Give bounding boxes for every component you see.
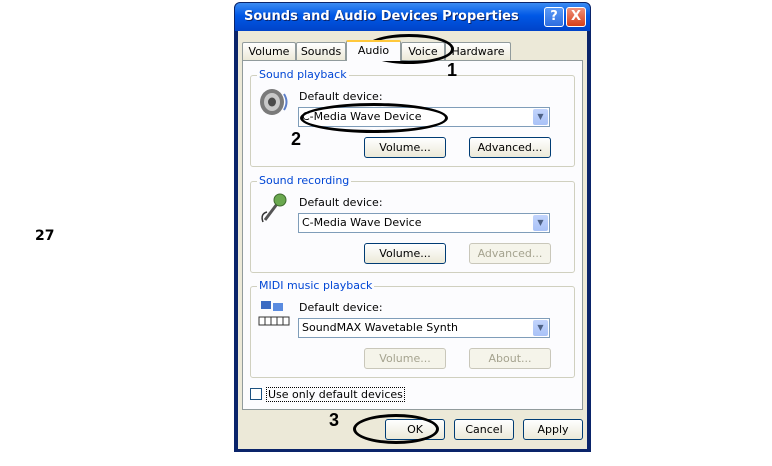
sound-playback-title: Sound playback [257, 68, 349, 81]
properties-dialog: Sounds and Audio Devices Properties ? X … [234, 2, 591, 452]
callout-ellipse-playback-device [300, 103, 448, 133]
playback-device-label: Default device: [299, 90, 383, 103]
playback-volume-button[interactable]: Volume... [364, 137, 446, 158]
tab-volume[interactable]: Volume [242, 42, 296, 60]
sound-recording-title: Sound recording [257, 174, 352, 187]
help-icon[interactable]: ? [544, 7, 564, 27]
tab-sounds[interactable]: Sounds [296, 42, 346, 60]
recording-device-label: Default device: [299, 196, 383, 209]
callout-number-2: 2 [291, 129, 302, 149]
page-number: 27 [35, 228, 55, 244]
recording-device-value: C-Media Wave Device [302, 216, 422, 229]
close-icon[interactable]: X [566, 7, 586, 27]
chevron-down-icon[interactable]: ▼ [533, 215, 548, 231]
midi-device-label: Default device: [299, 301, 383, 314]
callout-ellipse-ok-button [353, 414, 439, 444]
midi-device-value: SoundMAX Wavetable Synth [302, 321, 458, 334]
dialog-client-area: Volume Sounds Audio Voice Hardware Sound… [238, 31, 587, 449]
cancel-button[interactable]: Cancel [454, 419, 514, 440]
recording-device-select[interactable]: C-Media Wave Device ▼ [298, 213, 550, 233]
speaker-icon [260, 89, 288, 115]
sound-recording-group: Sound recording Default device: C-Media … [250, 174, 575, 273]
recording-advanced-button: Advanced... [469, 243, 551, 264]
use-default-devices-checkbox[interactable] [250, 388, 262, 400]
tab-hardware[interactable]: Hardware [445, 42, 511, 60]
apply-button[interactable]: Apply [523, 419, 583, 440]
callout-number-1: 1 [447, 60, 458, 80]
midi-keyboard-icon [258, 301, 290, 326]
recording-volume-button[interactable]: Volume... [364, 243, 446, 264]
chevron-down-icon[interactable]: ▼ [533, 109, 548, 125]
title-bar[interactable]: Sounds and Audio Devices Properties ? X [235, 3, 590, 31]
use-default-devices-label[interactable]: Use only default devices [266, 387, 405, 402]
window-title: Sounds and Audio Devices Properties [244, 9, 519, 24]
midi-volume-button: Volume... [364, 348, 446, 369]
midi-playback-title: MIDI music playback [257, 279, 375, 292]
playback-advanced-button[interactable]: Advanced... [469, 137, 551, 158]
chevron-down-icon[interactable]: ▼ [533, 320, 548, 336]
midi-about-button: About... [469, 348, 551, 369]
callout-number-3: 3 [329, 410, 340, 430]
midi-device-select[interactable]: SoundMAX Wavetable Synth ▼ [298, 318, 550, 338]
tab-audio[interactable]: Audio [346, 40, 401, 61]
midi-playback-group: MIDI music playback Default device: Soun… [250, 279, 575, 378]
microphone-icon [261, 193, 287, 223]
